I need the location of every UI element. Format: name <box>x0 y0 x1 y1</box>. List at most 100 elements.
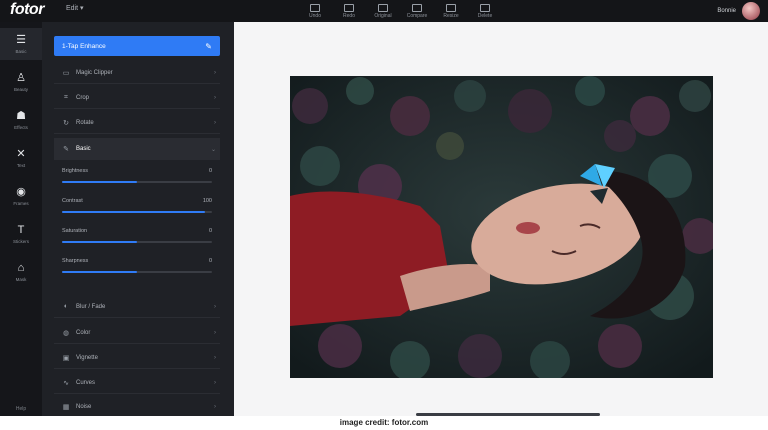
rail-label: Beauty <box>13 87 28 92</box>
chevron-right-icon: › <box>214 354 216 361</box>
fotor-logo[interactable]: fotor <box>10 1 44 19</box>
original-icon <box>378 3 388 12</box>
one-tap-enhance-label: 1-Tap Enhance <box>62 42 106 50</box>
image-credit: image credit: fotor.com <box>0 416 768 430</box>
photo-editor-app: fotor Edit ▾ Undo Redo Original Compare … <box>0 0 768 418</box>
delete-button[interactable]: Delete <box>472 0 498 22</box>
panel-row-color[interactable]: ◍ Color › <box>54 322 220 344</box>
slider-fill <box>62 271 137 273</box>
row-label: Noise <box>76 403 92 410</box>
rail-item-text[interactable]: ✕ Text <box>0 142 42 174</box>
one-tap-enhance-button[interactable]: 1-Tap Enhance ✎ <box>54 36 220 56</box>
resize-button[interactable]: Resize <box>438 0 464 22</box>
edited-photo[interactable] <box>290 76 713 378</box>
slider-fill <box>62 211 205 213</box>
user-menu[interactable]: Bonnie <box>717 0 760 22</box>
rail-label: Mask <box>15 277 27 282</box>
magic-wand-icon: ✎ <box>205 41 212 51</box>
rail-item-effects[interactable]: ☗ Effects <box>0 104 42 136</box>
panel-row-rotate[interactable]: ↻ Rotate › <box>54 112 220 134</box>
toolbar: Undo Redo Original Compare Resize Delete <box>302 0 498 22</box>
chevron-right-icon: › <box>214 403 216 410</box>
basic-icon: ✎ <box>63 146 69 153</box>
slider-label: Sharpness <box>62 258 89 264</box>
frames-icon: ◉ <box>16 186 26 198</box>
chevron-right-icon: › <box>214 303 216 310</box>
slider-label: Contrast <box>62 198 83 204</box>
panel-row-curves[interactable]: ∿ Curves › <box>54 372 220 394</box>
slider-fill <box>62 181 137 183</box>
mask-icon: ⌂ <box>17 262 25 274</box>
rail-label: Text <box>16 163 26 168</box>
panel-row-vignette[interactable]: ▣ Vignette › <box>54 347 220 369</box>
sharpness-slider[interactable]: Sharpness 0 <box>62 258 212 282</box>
slider-track[interactable] <box>62 181 212 183</box>
resize-icon <box>446 3 456 12</box>
rail-item-basic[interactable]: ☰ Basic <box>0 28 42 60</box>
original-label: Original <box>374 12 392 19</box>
effects-icon: ☗ <box>16 110 26 122</box>
row-label: Magic Clipper <box>76 69 113 76</box>
resize-label: Resize <box>443 12 459 19</box>
edit-menu[interactable]: Edit ▾ <box>66 4 84 12</box>
clipper-icon: ▭ <box>62 69 70 77</box>
chevron-right-icon: › <box>214 329 216 336</box>
blur-icon: ◐ <box>63 303 69 310</box>
redo-button[interactable]: Redo <box>336 0 362 22</box>
panel-row-crop[interactable]: ⌗ Crop › <box>54 87 220 109</box>
panel-row-magic-clipper[interactable]: ▭ Magic Clipper › <box>54 62 220 84</box>
slider-value: 0 <box>208 258 212 264</box>
rail-label: Basic <box>15 49 27 54</box>
rail-item-beauty[interactable]: ♙ Beauty <box>0 66 42 98</box>
panel-row-noise[interactable]: ▦ Noise › <box>54 396 220 418</box>
rail-label: Frames <box>13 201 29 206</box>
row-label: Rotate <box>76 119 94 126</box>
row-label: Blur / Fade <box>76 303 106 310</box>
avatar[interactable] <box>742 2 760 20</box>
left-rail: ☰ Basic ♙ Beauty ☗ Effects ✕ Text ◉ Fram… <box>0 22 42 416</box>
panel-row-basic[interactable]: ✎ Basic ⌄ <box>54 138 220 160</box>
slider-label: Brightness <box>62 168 88 174</box>
chevron-right-icon: › <box>214 119 216 126</box>
panel-row-blur-fade[interactable]: ◐ Blur / Fade › <box>54 296 220 318</box>
original-button[interactable]: Original <box>370 0 396 22</box>
help-link[interactable]: Help <box>0 406 42 412</box>
row-label: Vignette <box>76 354 98 361</box>
slider-fill <box>62 241 137 243</box>
compare-label: Compare <box>406 12 428 19</box>
rail-item-mask[interactable]: ⌂ Mask <box>0 256 42 288</box>
noise-icon: ▦ <box>62 403 70 411</box>
slider-track[interactable] <box>62 211 212 213</box>
curves-icon: ∿ <box>63 379 69 387</box>
slider-track[interactable] <box>62 271 212 273</box>
contrast-slider[interactable]: Contrast 100 <box>62 198 212 222</box>
compare-icon <box>412 3 422 12</box>
slider-label: Saturation <box>62 228 88 234</box>
vignette-icon: ▣ <box>62 354 70 362</box>
text-icon: ✕ <box>16 148 26 160</box>
row-label: Basic <box>76 146 91 152</box>
saturation-slider[interactable]: Saturation 0 <box>62 228 212 252</box>
row-label: Curves <box>76 379 96 386</box>
rail-item-stickers[interactable]: T Stickers <box>0 218 42 250</box>
slider-track[interactable] <box>62 241 212 243</box>
redo-label: Redo <box>343 12 355 19</box>
user-name: Bonnie <box>717 8 736 14</box>
undo-icon <box>310 3 320 12</box>
undo-button[interactable]: Undo <box>302 0 328 22</box>
redo-icon <box>344 3 354 12</box>
photo-illustration <box>290 76 713 378</box>
editor-canvas[interactable] <box>234 22 768 416</box>
row-label: Color <box>76 329 91 336</box>
slider-value: 100 <box>202 198 212 204</box>
compare-button[interactable]: Compare <box>404 0 430 22</box>
chevron-right-icon: › <box>214 94 216 101</box>
chevron-right-icon: › <box>214 379 216 386</box>
chevron-down-icon: ⌄ <box>210 146 216 153</box>
stickers-icon: T <box>17 224 25 236</box>
brightness-slider[interactable]: Brightness 0 <box>62 168 212 192</box>
rail-item-frames[interactable]: ◉ Frames <box>0 180 42 212</box>
top-bar: fotor Edit ▾ Undo Redo Original Compare … <box>0 0 768 22</box>
rotate-icon: ↻ <box>63 119 69 127</box>
beauty-icon: ♙ <box>16 72 26 84</box>
